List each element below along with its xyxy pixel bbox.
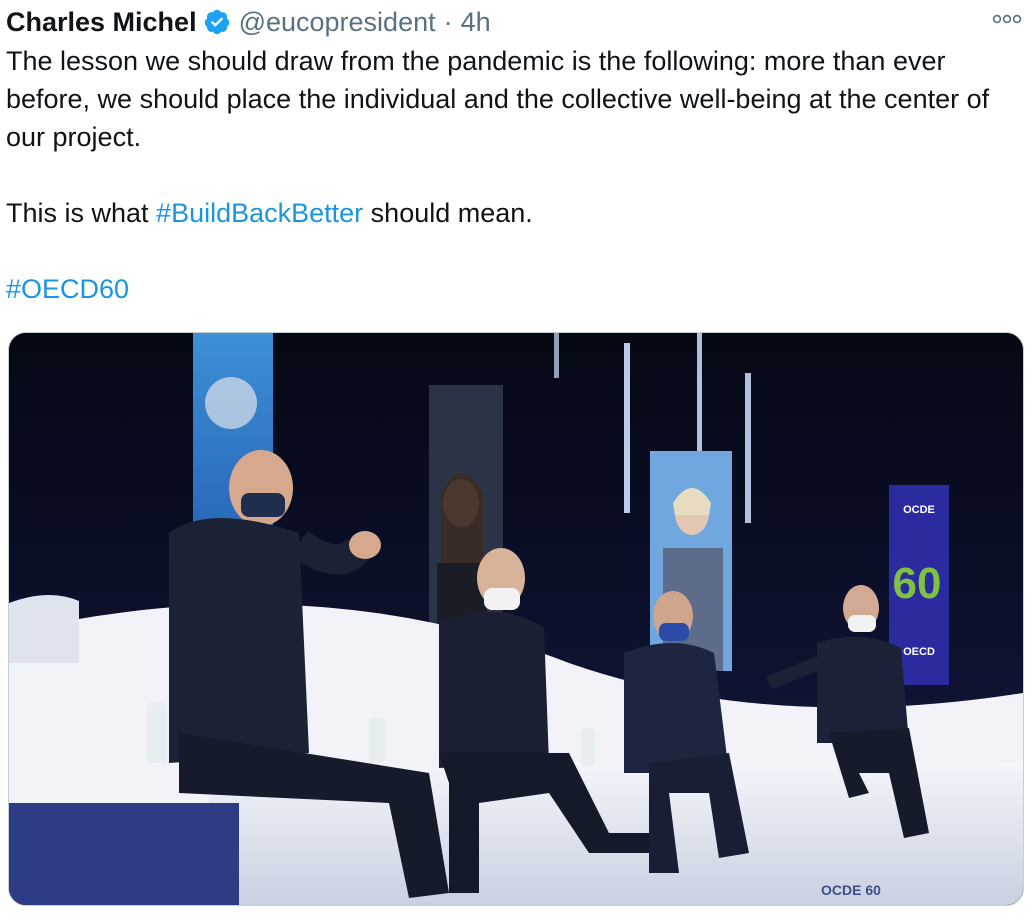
tweet-paragraph-3: #OECD60 (6, 270, 1026, 308)
header-separator: · (443, 6, 453, 37)
hashtag-oecd60-link[interactable]: #OECD60 (6, 274, 129, 304)
tweet-paragraph-2: This is what #BuildBackBetter should mea… (6, 194, 1026, 232)
water-bottle (581, 728, 595, 766)
speaker-suit (169, 518, 309, 763)
author-display-name[interactable]: Charles Michel (6, 7, 197, 38)
stage-light-bar (624, 343, 630, 513)
speaker-mask (484, 588, 520, 610)
speaker-mask (848, 615, 876, 632)
speaker-hand (349, 531, 381, 559)
tweet-timestamp[interactable]: 4h (461, 7, 491, 38)
stage-light-bar (554, 333, 559, 378)
oecd-banner-top-text: OCDE (903, 504, 935, 516)
podium (9, 803, 239, 905)
author-handle[interactable]: @eucopresident (239, 7, 436, 38)
hashtag-buildbackbetter-link[interactable]: #BuildBackBetter (156, 198, 363, 228)
speaker-mask (659, 623, 689, 641)
tweet-paragraph-1: The lesson we should draw from the pande… (6, 46, 990, 152)
speaker-suit (439, 611, 549, 768)
stage-wall-edge (9, 594, 79, 663)
screen-participant (205, 377, 257, 429)
speaker-mask (241, 493, 285, 517)
photo-illustration: OCDE 60 OECD OCDE 60 (9, 333, 1023, 905)
tweet-text-post: should mean. (363, 198, 533, 228)
tweet-photo[interactable]: OCDE 60 OECD OCDE 60 (8, 332, 1024, 906)
tweet-body: The lesson we should draw from the pande… (6, 42, 1026, 308)
tweet-header: Charles Michel @eucopresident · 4h (6, 2, 491, 42)
water-bottle (147, 703, 167, 763)
tweet-text-pre: This is what (6, 198, 157, 228)
stage-light-bar (745, 373, 751, 523)
oecd-banner-number: 60 (893, 559, 942, 608)
screen-participant-hair (441, 473, 483, 563)
water-bottle (369, 718, 385, 763)
stage-light-bar (697, 333, 702, 463)
verified-badge-icon (203, 8, 231, 36)
more-options-icon[interactable] (990, 10, 1024, 28)
speaker-suit (624, 643, 729, 773)
speaker-suit (817, 636, 909, 743)
oecd-banner-bottom-text: OECD (903, 646, 935, 658)
stage-floor-logo: OCDE 60 (821, 882, 881, 898)
